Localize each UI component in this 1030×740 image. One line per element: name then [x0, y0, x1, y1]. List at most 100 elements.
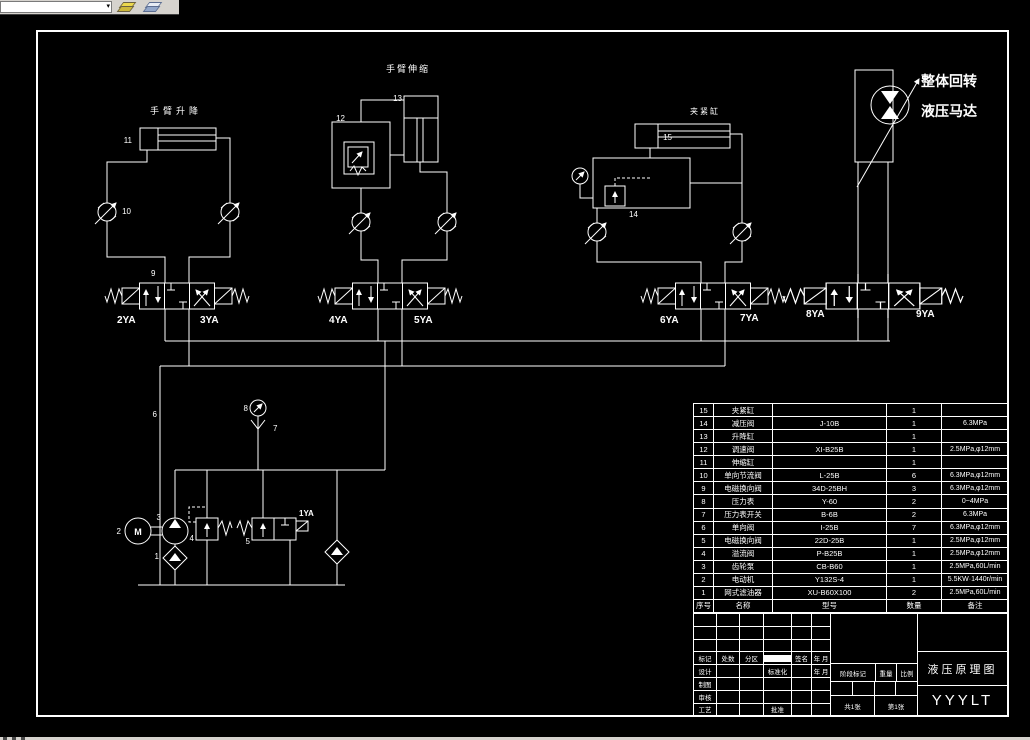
throttle-valve: [435, 202, 456, 242]
num-12: 12: [336, 114, 345, 123]
bom-cell: 2: [886, 585, 942, 600]
table-row: 6 单向阀 I-25B 7 6.3MPa,φ12mm: [693, 520, 1009, 535]
table-row: 9 电磁换向阀 34D-25BH 3 6.3MPa,φ12mm: [693, 481, 1009, 496]
table-row: 5 电磁换向阀 22D-25B 1 2.5MPa,φ12mm: [693, 533, 1009, 548]
table-row: 1 网式滤油器 XU-B60X100 2 2.5MPa,60L/min: [693, 585, 1009, 600]
bom-cell: 3: [693, 559, 714, 574]
throttle-valve: [218, 192, 239, 232]
bom-cell: 3: [886, 481, 942, 496]
titleblock-signature-grid: 标记 处数 分区 签名年 月 设计 标准化 年 月 制图 审核 工艺 批准: [693, 613, 831, 717]
bom-header-row: 序号 名称 型号 数量 备注: [693, 598, 1009, 614]
table-row: 10 单向节流阀 L-25B 6 6.3MPa,φ12mm: [693, 468, 1009, 483]
titleblock-total-sheets: 共1张: [830, 695, 875, 716]
valve-2ya-3ya: [105, 274, 249, 318]
tag-9ya: 9YA: [916, 309, 935, 320]
table-row: 7 压力表开关 B-6B 2 6.3MPa: [693, 507, 1009, 522]
circuit1-label: 手臂升降: [150, 105, 202, 116]
motor-m-label: M: [134, 527, 142, 537]
tag-8ya: 8YA: [806, 309, 825, 320]
bom-cell: 1: [886, 416, 942, 431]
bom-cell: [941, 455, 1009, 470]
bom-cell: Y-60: [772, 494, 887, 509]
valve-6ya-7ya: [641, 274, 785, 318]
num-6: 6: [153, 410, 158, 419]
pump-station: [124, 400, 350, 571]
title-block: 标记 处数 分区 签名年 月 设计 标准化年 月 制图 审核 工艺 批准 阶段标记 重量 …: [693, 613, 1008, 717]
bom-cell: [941, 429, 1009, 444]
bom-cell: 单向节流阀: [713, 468, 773, 483]
bom-cell: 2.5MPa,φ12mm: [941, 442, 1009, 457]
circuit3-label: 夹紧缸: [690, 106, 720, 116]
bom-cell: 2: [886, 494, 942, 509]
return-filter-symbol: [324, 539, 350, 565]
throttle-valve: [95, 192, 116, 232]
bom-cell: [941, 402, 1009, 418]
titleblock-draft-label: 制图: [694, 677, 717, 691]
table-row: 13 升降缸 1: [693, 429, 1009, 444]
throttle-valve: [585, 212, 606, 252]
titleblock-empty-box-right: [917, 613, 1008, 652]
bom-cell: 15: [693, 402, 714, 418]
num-4: 4: [190, 534, 195, 543]
table-row: 12 调速阀 XI-B25B 1 2.5MPa,φ12mm: [693, 442, 1009, 457]
motor-label-line1: 整体回转: [920, 73, 977, 89]
relief-valve-symbol: [195, 517, 233, 541]
num-1: 1: [155, 552, 160, 561]
titleblock-stage-cell: [895, 681, 918, 696]
titleblock-scale-label: 比例: [896, 663, 918, 682]
bom-header-cell: 型号: [772, 598, 887, 614]
table-row: 4 溢流阀 P-B25B 1 2.5MPa,φ12mm: [693, 546, 1009, 561]
titleblock-stage-cell: [874, 681, 896, 696]
bom-cell: 5: [693, 533, 714, 548]
bom-cell: 2.5MPa,φ12mm: [941, 533, 1009, 548]
titleblock-stage-label: 阶段标记: [830, 663, 876, 682]
bom-cell: J-10B: [772, 416, 887, 431]
bom-cell: 电磁换向阀: [713, 533, 773, 548]
tag-3ya: 3YA: [200, 315, 219, 326]
pressure-gauge-clamp: [572, 168, 588, 184]
num-13: 13: [393, 94, 402, 103]
bom-header-cell: 数量: [886, 598, 942, 614]
bom-cell: 1: [886, 559, 942, 574]
titleblock-filled-bar: [764, 652, 792, 666]
throttle-valve: [730, 212, 751, 252]
bom-cell: 1: [886, 442, 942, 457]
valve-assembly-14: [592, 157, 691, 209]
bom-cell: 1: [886, 546, 942, 561]
bom-cell: 12: [693, 442, 714, 457]
bom-table: 15 夹紧缸 1 14 减压阀 J-10B 1 6.3MPa 13 升降缸 1 12 调速阀 XI-…: [693, 402, 1009, 614]
titleblock-standardize-label: 标准化: [764, 665, 792, 678]
bom-cell: 11: [693, 455, 714, 470]
bom-cell: 6.3MPa,φ12mm: [941, 481, 1009, 496]
bom-cell: 1: [886, 572, 942, 587]
cylinder-clamp: [634, 123, 731, 149]
hydraulic-motor-symbol: [854, 69, 920, 188]
throttle-valve: [349, 202, 370, 242]
bom-cell: 减压阀: [713, 416, 773, 431]
bom-cell: 14: [693, 416, 714, 431]
titleblock-mark-label: 标记: [694, 652, 717, 666]
table-row: 14 减压阀 J-10B 1 6.3MPa: [693, 416, 1009, 431]
bom-cell: 4: [693, 546, 714, 561]
bom-cell: 齿轮泵: [713, 559, 773, 574]
num-7: 7: [273, 424, 278, 433]
bom-cell: 8: [693, 494, 714, 509]
bom-cell: 6.3MPa,φ12mm: [941, 468, 1009, 483]
titleblock-date-label: 年 月: [812, 652, 831, 666]
bom-cell: 9: [693, 481, 714, 496]
table-row: 3 齿轮泵 CB-B60 1 2.5MPa,60L/min: [693, 559, 1009, 574]
bom-cell: B-6B: [772, 507, 887, 522]
num-3: 3: [157, 513, 162, 522]
bom-cell: 电磁换向阀: [713, 481, 773, 496]
bom-cell: 升降缸: [713, 429, 773, 444]
drawing-title: 液压原理图: [917, 651, 1008, 686]
bom-cell: [772, 429, 887, 444]
titleblock-stage-cell: [852, 681, 875, 696]
bom-cell: 2.5MPa,60L/min: [941, 585, 1009, 600]
bom-cell: 10: [693, 468, 714, 483]
bom-cell: 伸缩缸: [713, 455, 773, 470]
bom-cell: 2.5MPa,60L/min: [941, 559, 1009, 574]
circuit2-label: 手臂伸缩: [386, 63, 430, 74]
num-8: 8: [244, 404, 249, 413]
tag-1ya: 1YA: [299, 509, 314, 518]
